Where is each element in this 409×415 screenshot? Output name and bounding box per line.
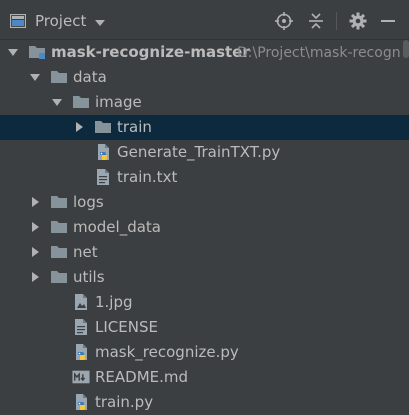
tree-row[interactable]: model_data — [0, 215, 409, 240]
tree-row[interactable]: logs — [0, 190, 409, 215]
collapse-all-icon[interactable] — [306, 11, 326, 31]
text-file-icon — [72, 318, 90, 336]
folder-icon — [72, 93, 90, 111]
chevron-down-icon[interactable] — [51, 96, 63, 108]
tree-row[interactable]: README.md — [0, 365, 409, 390]
folder-icon — [50, 243, 68, 261]
python-file-icon — [94, 143, 112, 161]
chevron-down-icon[interactable] — [7, 46, 19, 58]
tree-row[interactable]: LICENSE — [0, 315, 409, 340]
tree-row-label: LICENSE — [95, 318, 158, 336]
locate-icon[interactable] — [274, 11, 294, 31]
tree-row[interactable]: net — [0, 240, 409, 265]
markdown-file-icon — [72, 368, 90, 386]
project-toolbar: Project — [0, 0, 409, 40]
tree-row-label: utils — [73, 268, 105, 286]
tree-row[interactable]: mask-recognize-master D:\Project\mask-rec… — [0, 40, 409, 65]
tree-row[interactable]: mask_recognize.py — [0, 340, 409, 365]
tree-row[interactable]: train.py — [0, 390, 409, 415]
chevron-right-icon[interactable] — [29, 221, 41, 233]
tree-row-label: 1.jpg — [95, 293, 133, 311]
project-window-icon — [9, 13, 27, 29]
tree-row[interactable]: data — [0, 65, 409, 90]
text-file-icon — [94, 168, 112, 186]
chevron-right-icon[interactable] — [29, 246, 41, 258]
tree-row-label: mask-recognize-master — [51, 43, 250, 61]
toolbar-separator — [336, 12, 337, 30]
tree-row-label: train.txt — [117, 168, 178, 186]
tree-row[interactable]: utils — [0, 265, 409, 290]
tree-row[interactable]: train.txt — [0, 165, 409, 190]
folder-icon — [50, 193, 68, 211]
tree-row-label: train.py — [95, 393, 154, 411]
project-tree: mask-recognize-master D:\Project\mask-rec… — [0, 40, 409, 415]
chevron-right-icon[interactable] — [73, 121, 85, 133]
image-file-icon — [72, 293, 90, 311]
tree-row-label: model_data — [73, 218, 161, 236]
tree-row[interactable]: 1.jpg — [0, 290, 409, 315]
tree-row-label: image — [95, 93, 142, 111]
tree-row-label: logs — [73, 193, 104, 211]
python-file-icon — [72, 393, 90, 411]
tree-row[interactable]: image — [0, 90, 409, 115]
folder-icon — [50, 268, 68, 286]
tree-row[interactable]: train — [0, 115, 409, 140]
python-file-icon — [72, 343, 90, 361]
tree-row-label: README.md — [95, 368, 189, 386]
gear-icon[interactable] — [348, 11, 368, 31]
module-folder-icon — [28, 43, 46, 61]
chevron-down-icon[interactable] — [29, 71, 41, 83]
project-view-label: Project — [35, 12, 87, 30]
folder-icon — [94, 118, 112, 136]
project-view-selector[interactable]: Project — [9, 10, 106, 32]
tree-row-label: data — [73, 68, 107, 86]
tree-row-label: mask_recognize.py — [95, 343, 239, 361]
folder-icon — [50, 218, 68, 236]
tree-row-label: net — [73, 243, 98, 261]
minimize-icon[interactable] — [378, 11, 398, 31]
folder-icon — [50, 68, 68, 86]
chevron-down-icon — [94, 16, 106, 26]
chevron-right-icon[interactable] — [29, 196, 41, 208]
chevron-right-icon[interactable] — [29, 271, 41, 283]
tree-row-label: Generate_TrainTXT.py — [117, 143, 281, 161]
project-path: D:\Project\mask-recogn — [237, 45, 401, 61]
project-tool-window: Project mask-recognize-master D:\Project… — [0, 0, 409, 415]
scrollbar[interactable] — [403, 40, 409, 58]
tree-row-label: train — [117, 118, 152, 136]
tree-row[interactable]: Generate_TrainTXT.py — [0, 140, 409, 165]
